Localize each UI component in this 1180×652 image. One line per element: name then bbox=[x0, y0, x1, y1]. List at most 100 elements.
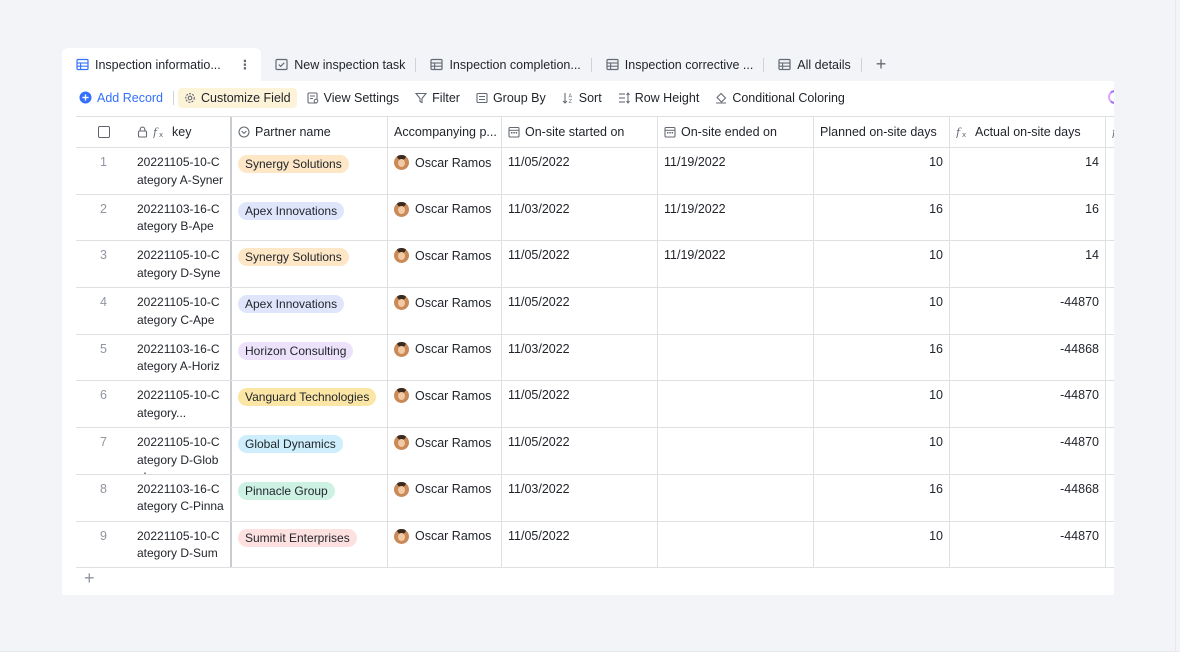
tab-new-inspection-task[interactable]: New inspection task bbox=[261, 48, 415, 81]
cell-planned[interactable]: 10 bbox=[814, 521, 950, 568]
add-row-button[interactable]: + bbox=[84, 568, 95, 589]
cell-ended[interactable] bbox=[658, 521, 814, 568]
cell-ended[interactable]: 11/19/2022 bbox=[658, 194, 814, 241]
cell-next[interactable] bbox=[1106, 381, 1114, 427]
cell-accompanying[interactable]: Oscar Ramos bbox=[388, 521, 502, 568]
cell-planned[interactable]: 10 bbox=[814, 148, 950, 194]
select-all-cell[interactable] bbox=[76, 117, 131, 147]
cell-actual[interactable]: 16 bbox=[950, 194, 1106, 241]
cell-accompanying[interactable]: Oscar Ramos bbox=[388, 474, 502, 521]
tab-inspection-completion[interactable]: Inspection completion... bbox=[416, 48, 590, 81]
cell-actual[interactable]: -44868 bbox=[950, 474, 1106, 521]
cell-next[interactable] bbox=[1106, 335, 1114, 381]
cell-started[interactable]: 11/05/2022 bbox=[502, 381, 658, 428]
column-header-ended[interactable]: On-site ended on bbox=[658, 117, 814, 147]
cell-key[interactable]: 20221105-10-Category A-Synerg... bbox=[131, 148, 232, 194]
cell-partner[interactable]: Pinnacle Group bbox=[232, 474, 388, 521]
cell-next[interactable] bbox=[1106, 288, 1114, 334]
cell-key[interactable]: 20221103-16-Category C-Pinnac... bbox=[131, 474, 232, 521]
cell-ended[interactable]: 11/19/2022 bbox=[658, 148, 814, 194]
cell-started[interactable]: 11/05/2022 bbox=[502, 241, 658, 288]
cell-accompanying[interactable]: Oscar Ramos bbox=[388, 334, 502, 381]
column-header-started[interactable]: On-site started on bbox=[502, 117, 658, 147]
cell-started[interactable]: 11/05/2022 bbox=[502, 428, 658, 474]
cell-planned[interactable]: 16 bbox=[814, 334, 950, 381]
cell-partner[interactable]: Horizon Consulting bbox=[232, 334, 388, 381]
cell-partner[interactable]: Global Dynamics bbox=[232, 428, 388, 474]
table-row[interactable]: 7 20221105-10-Category D-Global... Globa… bbox=[76, 428, 1114, 475]
column-header-actual[interactable]: fx Actual on-site days bbox=[950, 117, 1106, 147]
cell-accompanying[interactable]: Oscar Ramos bbox=[388, 241, 502, 288]
cell-actual[interactable]: -44870 bbox=[950, 288, 1106, 334]
cell-ended[interactable]: 11/19/2022 bbox=[658, 241, 814, 288]
cell-next[interactable] bbox=[1106, 428, 1114, 474]
cell-key[interactable]: 20221105-10-Category D-Syner... bbox=[131, 241, 232, 288]
cell-partner[interactable]: Synergy Solutions bbox=[232, 148, 388, 194]
filter-button[interactable]: Filter bbox=[415, 91, 460, 105]
cell-planned[interactable]: 10 bbox=[814, 288, 950, 334]
column-header-partner[interactable]: Partner name bbox=[232, 117, 388, 147]
cell-started[interactable]: 11/05/2022 bbox=[502, 288, 658, 334]
cell-partner[interactable]: Synergy Solutions bbox=[232, 241, 388, 288]
cell-partner[interactable]: Summit Enterprises bbox=[232, 521, 388, 568]
cell-actual[interactable]: -44870 bbox=[950, 521, 1106, 568]
conditional-coloring-button[interactable]: Conditional Coloring bbox=[715, 91, 845, 105]
cell-actual[interactable]: 14 bbox=[950, 241, 1106, 288]
cell-partner[interactable]: Apex Innovations bbox=[232, 194, 388, 241]
table-row[interactable]: 6 20221105-10-Category... Vanguard Techn… bbox=[76, 381, 1114, 429]
group-by-button[interactable]: Group By bbox=[476, 91, 546, 105]
cell-key[interactable]: 20221103-16-Category A-Horizo... bbox=[131, 334, 232, 381]
cell-accompanying[interactable]: Oscar Ramos bbox=[388, 428, 502, 474]
cell-ended[interactable] bbox=[658, 474, 814, 521]
cell-partner[interactable]: Vanguard Technologies bbox=[232, 381, 388, 428]
tab-inspection-corrective[interactable]: Inspection corrective ... bbox=[592, 48, 764, 81]
cell-planned[interactable]: 10 bbox=[814, 381, 950, 428]
cell-partner[interactable]: Apex Innovations bbox=[232, 288, 388, 334]
cell-ended[interactable] bbox=[658, 381, 814, 428]
cell-next[interactable] bbox=[1106, 195, 1114, 241]
column-header-accompanying[interactable]: Accompanying p... bbox=[388, 117, 502, 147]
table-row[interactable]: 2 20221103-16-Category B-Apex... Apex In… bbox=[76, 194, 1114, 242]
row-height-button[interactable]: Row Height bbox=[618, 91, 699, 105]
cell-actual[interactable]: 14 bbox=[950, 148, 1106, 194]
cell-next[interactable] bbox=[1106, 522, 1114, 568]
cell-key[interactable]: 20221103-16-Category B-Apex... bbox=[131, 194, 232, 241]
table-row[interactable]: 4 20221105-10-Category C-Apex... Apex In… bbox=[76, 288, 1114, 335]
cell-started[interactable]: 11/03/2022 bbox=[502, 194, 658, 241]
column-header-key[interactable]: fx key bbox=[131, 117, 232, 147]
add-tab-button[interactable]: + bbox=[862, 48, 901, 81]
cell-started[interactable]: 11/05/2022 bbox=[502, 148, 658, 194]
cell-accompanying[interactable]: Oscar Ramos bbox=[388, 288, 502, 334]
cell-accompanying[interactable]: Oscar Ramos bbox=[388, 194, 502, 241]
cell-planned[interactable]: 16 bbox=[814, 194, 950, 241]
cell-ended[interactable] bbox=[658, 428, 814, 474]
column-header-next[interactable]: f bbox=[1106, 117, 1114, 147]
table-row[interactable]: 8 20221103-16-Category C-Pinnac... Pinna… bbox=[76, 474, 1114, 522]
cell-actual[interactable]: -44870 bbox=[950, 381, 1106, 428]
cell-next[interactable] bbox=[1106, 241, 1114, 287]
tab-more-icon[interactable]: ⋮ bbox=[239, 57, 252, 72]
tab-all-details[interactable]: All details bbox=[764, 48, 861, 81]
select-all-checkbox[interactable] bbox=[97, 126, 110, 138]
cell-started[interactable]: 11/05/2022 bbox=[502, 521, 658, 568]
view-settings-button[interactable]: View Settings bbox=[307, 91, 399, 105]
cell-key[interactable]: 20221105-10-Category D-Summ... bbox=[131, 521, 232, 568]
cell-actual[interactable]: -44870 bbox=[950, 428, 1106, 474]
cell-accompanying[interactable]: Oscar Ramos bbox=[388, 148, 502, 194]
cell-actual[interactable]: -44868 bbox=[950, 334, 1106, 381]
cell-ended[interactable] bbox=[658, 334, 814, 381]
customize-field-button[interactable]: Customize Field bbox=[178, 87, 297, 108]
cell-accompanying[interactable]: Oscar Ramos bbox=[388, 381, 502, 428]
cell-planned[interactable]: 10 bbox=[814, 428, 950, 474]
cell-next[interactable] bbox=[1106, 475, 1114, 521]
cell-key[interactable]: 20221105-10-Category D-Global... bbox=[131, 428, 232, 474]
add-record-button[interactable]: Add Record bbox=[79, 91, 163, 105]
table-row[interactable]: 3 20221105-10-Category D-Syner... Synerg… bbox=[76, 241, 1114, 289]
cell-next[interactable] bbox=[1106, 148, 1114, 194]
table-row[interactable]: 1 20221105-10-Category A-Synerg... Syner… bbox=[76, 148, 1114, 195]
cell-key[interactable]: 20221105-10-Category C-Apex... bbox=[131, 288, 232, 334]
tab-inspection-information[interactable]: Inspection informatio... ⋮ bbox=[62, 48, 262, 81]
table-row[interactable]: 9 20221105-10-Category D-Summ... Summit … bbox=[76, 521, 1114, 569]
table-row[interactable]: 5 20221103-16-Category A-Horizo... Horiz… bbox=[76, 334, 1114, 382]
cell-key[interactable]: 20221105-10-Category... bbox=[131, 381, 232, 428]
